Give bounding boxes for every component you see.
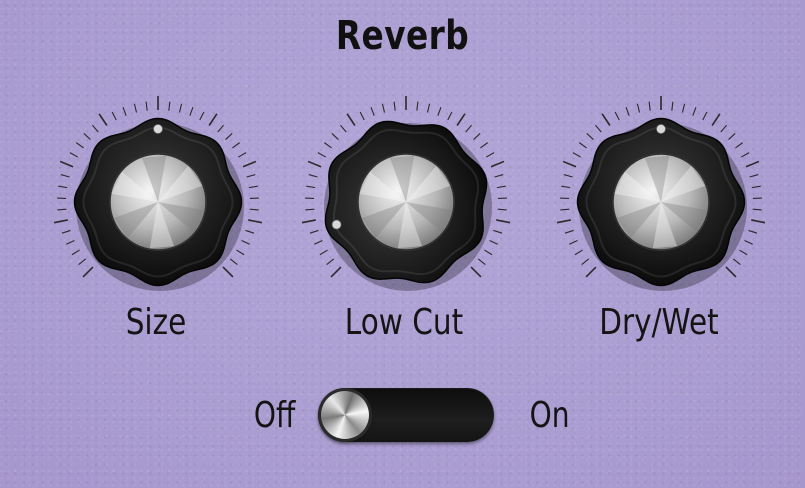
knob-indicator-dot — [153, 123, 164, 134]
knob-size[interactable] — [50, 94, 266, 310]
power-toggle-switch[interactable] — [318, 388, 494, 442]
knob-label-low-cut: Low Cut — [344, 302, 464, 343]
knob-label-dry-wet: Dry/Wet — [599, 302, 719, 343]
knob-indicator-dot — [656, 123, 667, 134]
knob-dry-wet[interactable] — [553, 94, 769, 310]
switch-on-label: On — [529, 395, 570, 436]
panel-title: Reverb — [335, 13, 470, 59]
switch-off-label: Off — [253, 395, 296, 436]
knob-low-cut[interactable] — [298, 94, 514, 310]
toggle-thumb[interactable] — [321, 391, 369, 439]
knob-label-size: Size — [125, 302, 187, 343]
